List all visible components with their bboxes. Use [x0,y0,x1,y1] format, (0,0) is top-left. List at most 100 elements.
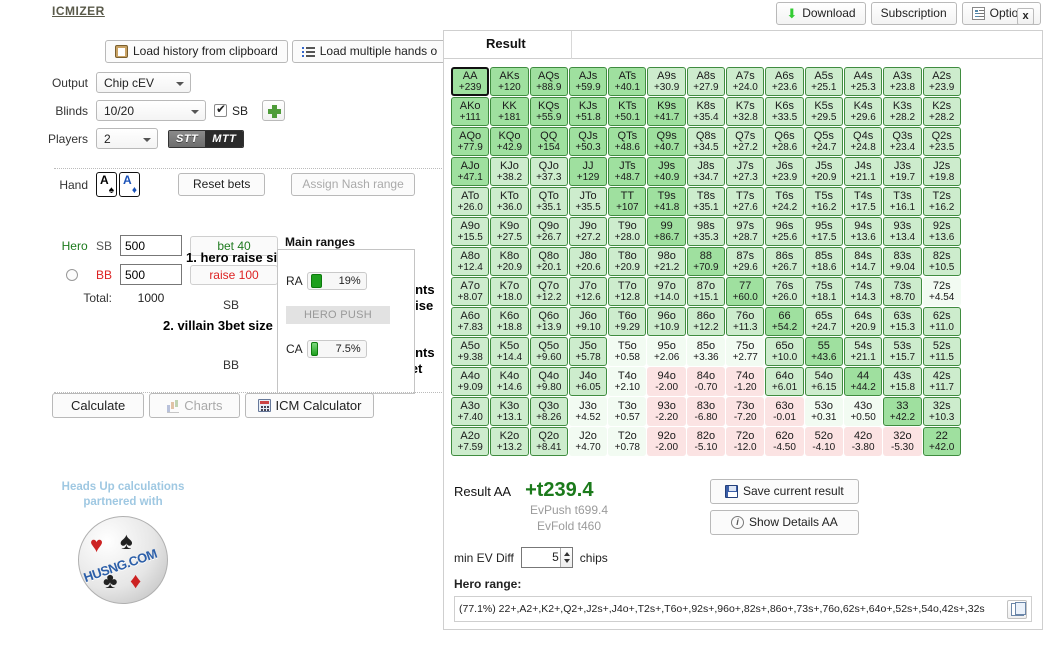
hand-cell[interactable]: 44 +44.2 [843,367,883,396]
hand-cell[interactable]: K5o +14.4 [490,337,529,366]
hand-cell[interactable]: 33 +42.2 [883,397,922,426]
hand-cell[interactable]: 95o +2.06 [647,337,686,366]
tab-result[interactable]: Result [486,36,526,51]
hand-cell[interactable]: JJ +129 [568,157,608,186]
hand-cell[interactable]: 32o -5.30 [883,427,922,456]
hand-cell[interactable]: 94o -2.00 [647,367,686,396]
hand-cell[interactable]: A3s +23.8 [883,67,922,96]
hand-cell[interactable]: 75s +18.1 [804,277,843,306]
hand-cell[interactable]: A5s +25.1 [804,67,843,96]
hand-cell[interactable]: Q9o +26.7 [529,217,568,246]
hand-cell[interactable]: 88 +70.9 [686,247,726,276]
hand-cell[interactable]: Q3s +23.4 [883,127,922,156]
hand-cell[interactable]: 54o +6.15 [804,367,843,396]
blinds-select[interactable]: 10/20 [96,100,206,121]
hand-cell[interactable]: Q8s +34.5 [686,127,726,156]
hand-cell[interactable]: A3o +7.40 [451,397,490,426]
hand-cell[interactable]: AQo +77.9 [451,127,490,156]
hand-cell[interactable]: AJs +59.9 [568,67,608,96]
hand-cell[interactable]: 73s +8.70 [883,277,922,306]
hand-cell[interactable]: 99 +86.7 [647,217,686,246]
hand-cell[interactable]: J5o +5.78 [568,337,608,366]
icm-calculator-button[interactable]: ICM Calculator [244,393,375,418]
ca-range-slider[interactable]: 7.5% [306,340,367,358]
load-history-clipboard-button[interactable]: Load history from clipboard [105,40,288,63]
hand-cell[interactable]: 53s +15.7 [883,337,922,366]
hand-cell[interactable]: 74s +14.3 [843,277,883,306]
hand-cell[interactable]: 54s +21.1 [843,337,883,366]
hole-card-1[interactable]: A ♠ [96,172,117,197]
hand-cell[interactable]: J7s +27.3 [726,157,765,186]
hand-cell[interactable]: KQs +55.9 [529,97,568,126]
hand-cell[interactable]: 52s +11.5 [922,337,961,366]
hand-cell[interactable]: 84o -0.70 [686,367,726,396]
hand-cell[interactable]: 22 +42.0 [922,427,961,456]
hand-cell[interactable]: 87s +29.6 [726,247,765,276]
hand-cell[interactable]: K6o +18.8 [490,307,529,336]
hand-cell[interactable]: KQo +42.9 [490,127,529,156]
charts-button[interactable]: Charts [149,393,240,418]
hand-cell[interactable]: J2s +19.8 [922,157,961,186]
hand-cell[interactable]: K2s +28.2 [922,97,961,126]
min-ev-input[interactable]: 5 [520,547,573,568]
hand-cell[interactable]: T7o +12.8 [608,277,647,306]
hand-cell[interactable]: K3s +28.2 [883,97,922,126]
hand-cell[interactable]: 43o +0.50 [843,397,883,426]
hand-cell[interactable]: KK +181 [490,97,529,126]
hand-cell[interactable]: 66 +54.2 [765,307,804,336]
copy-range-button[interactable] [1007,599,1027,619]
hand-cell[interactable]: 85o +3.36 [686,337,726,366]
hand-cell[interactable]: 53o +0.31 [804,397,843,426]
hand-cell[interactable]: K2o +13.2 [490,427,529,456]
output-select[interactable]: Chip cEV [96,72,191,93]
villain-stack-input[interactable] [120,264,182,285]
hand-cell[interactable]: 85s +18.6 [804,247,843,276]
brand-logo[interactable]: ICMIZER [52,4,105,18]
hand-cell[interactable]: AJo +47.1 [451,157,490,186]
hand-cell[interactable]: 65s +24.7 [804,307,843,336]
hand-cell[interactable]: T2s +16.2 [922,187,961,216]
hand-cell[interactable]: T6s +24.2 [765,187,804,216]
hand-cell[interactable]: A7o +8.07 [451,277,490,306]
hand-cell[interactable]: K8s +35.4 [686,97,726,126]
hand-cell[interactable]: 65o +10.0 [765,337,804,366]
hand-cell[interactable]: Q5o +9.60 [529,337,568,366]
spinner-arrows-icon[interactable] [559,548,572,567]
hand-cell[interactable]: 98o +21.2 [647,247,686,276]
hand-cell[interactable]: T8o +20.9 [608,247,647,276]
hand-cell[interactable]: J7o +12.6 [568,277,608,306]
hand-cell[interactable]: 64o +6.01 [765,367,804,396]
hand-cell[interactable]: 83s +9.04 [883,247,922,276]
hand-cell[interactable]: T2o +0.78 [608,427,647,456]
hand-cell[interactable]: 42s +11.7 [922,367,961,396]
close-button[interactable]: x [1017,8,1034,25]
hand-cell[interactable]: Q4s +24.8 [843,127,883,156]
hand-cell[interactable]: Q9s +40.7 [647,127,686,156]
add-blind-level-button[interactable] [262,100,286,121]
hand-cell[interactable]: J3o +4.52 [568,397,608,426]
show-details-button[interactable]: i Show Details AA [710,510,859,535]
hand-cell[interactable]: K9o +27.5 [490,217,529,246]
hand-cell[interactable]: A6s +23.6 [765,67,804,96]
hand-cell[interactable]: 92o -2.00 [647,427,686,456]
hand-cell[interactable]: 52o -4.10 [804,427,843,456]
hand-cell[interactable]: 76s +26.0 [765,277,804,306]
hand-cell[interactable]: Q2o +8.41 [529,427,568,456]
hand-cell[interactable]: J8o +20.6 [568,247,608,276]
hand-cell[interactable]: Q8o +20.1 [529,247,568,276]
hand-cell[interactable]: QQ +154 [529,127,568,156]
hand-cell[interactable]: KTo +36.0 [490,187,529,216]
hand-cell[interactable]: Q4o +9.80 [529,367,568,396]
hand-cell[interactable]: J3s +19.7 [883,157,922,186]
hand-cell[interactable]: 75o +2.77 [726,337,765,366]
hand-matrix[interactable]: AA +239 AKs +120 AQs +88.9 AJs +59.9 ATs +40.1 A9s… [451,67,961,456]
hand-cell[interactable]: JTs +48.7 [608,157,647,186]
hand-cell[interactable]: K5s +29.5 [804,97,843,126]
hand-cell[interactable]: T5s +16.2 [804,187,843,216]
hand-cell[interactable]: T4o +2.10 [608,367,647,396]
villain-radio[interactable] [65,268,78,281]
hand-cell[interactable]: 92s +13.6 [922,217,961,246]
hand-cell[interactable]: A7s +24.0 [726,67,765,96]
hand-cell[interactable]: A5o +9.38 [451,337,490,366]
hand-cell[interactable]: KJo +38.2 [490,157,529,186]
